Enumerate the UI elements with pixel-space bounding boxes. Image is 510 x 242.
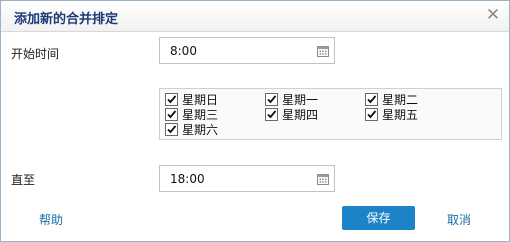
cancel-link[interactable]: 取消 <box>447 211 471 228</box>
day-label: 星期日 <box>182 93 219 107</box>
checkmark-icon <box>167 125 177 134</box>
checkmark-icon <box>167 95 177 104</box>
checkmark-icon <box>267 110 277 119</box>
save-button[interactable]: 保存 <box>342 206 415 230</box>
weekday-checkbox-group: 星期日 星期一 星期二 星期三 星期四 星期五 星期六 <box>159 88 502 140</box>
close-icon[interactable]: ✕ <box>485 6 501 24</box>
help-link[interactable]: 帮助 <box>39 211 63 228</box>
day-label: 星期四 <box>282 108 319 122</box>
day-label: 星期六 <box>182 123 219 137</box>
day-label: 星期一 <box>282 93 319 107</box>
dialog-titlebar: 添加新的合并排定 ✕ <box>1 1 509 32</box>
checkbox[interactable] <box>165 93 178 106</box>
checkmark-icon <box>167 110 177 119</box>
checkbox[interactable] <box>365 93 378 106</box>
day-label: 星期三 <box>182 108 219 122</box>
merge-schedule-dialog: 添加新的合并排定 ✕ 开始时间 星期日 星期一 星期二 <box>0 0 510 242</box>
end-time-label: 直至 <box>11 173 36 187</box>
checkmark-icon <box>267 95 277 104</box>
checkmark-icon <box>367 95 377 104</box>
calendar-icon[interactable] <box>317 45 329 57</box>
checkbox[interactable] <box>165 123 178 136</box>
checkbox[interactable] <box>165 108 178 121</box>
start-time-input[interactable] <box>170 43 310 59</box>
checkbox[interactable] <box>265 93 278 106</box>
day-label: 星期五 <box>382 108 419 122</box>
end-time-field[interactable] <box>159 165 335 192</box>
start-time-field[interactable] <box>159 37 335 64</box>
day-label: 星期二 <box>382 93 419 107</box>
checkbox[interactable] <box>265 108 278 121</box>
start-time-label: 开始时间 <box>11 47 60 61</box>
checkbox[interactable] <box>365 108 378 121</box>
checkmark-icon <box>367 110 377 119</box>
end-time-input[interactable] <box>170 171 310 187</box>
dialog-title: 添加新的合并排定 <box>14 12 119 27</box>
calendar-icon[interactable] <box>317 173 329 185</box>
